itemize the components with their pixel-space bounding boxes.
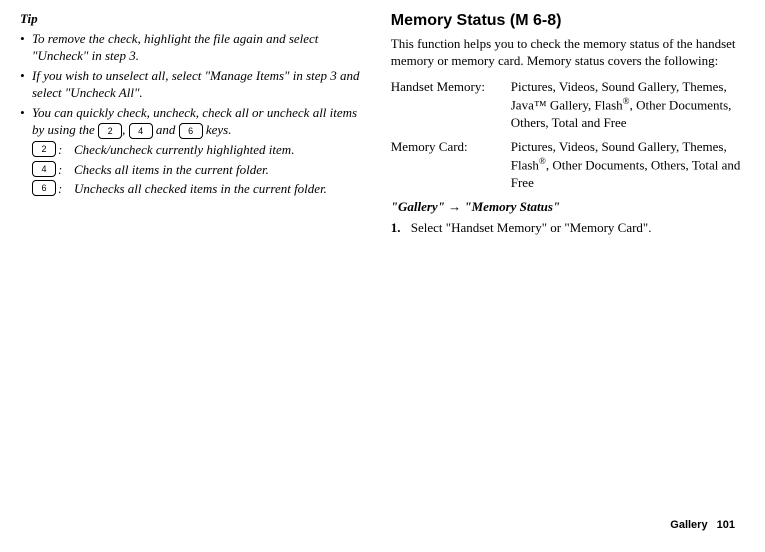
memory-card-row: Memory Card: Pictures, Videos, Sound Gal… [391,138,754,192]
key-6-desc: Unchecks all checked items in the curren… [74,180,361,198]
key-2-icon: 2 [98,123,122,139]
tip-item-2: If you wish to unselect all, select "Man… [20,67,361,102]
tip-item-1: To remove the check, highlight the file … [20,30,361,65]
tip-list: To remove the check, highlight the file … [20,30,361,140]
key-colon: : [58,141,74,159]
tip3-sep2: and [153,122,179,137]
registered-mark-icon: ® [539,156,546,166]
key-2-desc: Check/uncheck currently highlighted item… [74,141,361,159]
key-6-icon: 6 [32,180,56,196]
card-val-post: , Other Documents, Others, Total and Fre… [511,158,741,191]
heading-text: Memory Status [391,12,510,29]
key-4-desc: Checks all items in the current folder. [74,161,361,179]
handset-memory-value: Pictures, Videos, Sound Gallery, Themes,… [511,78,754,132]
left-column: Tip To remove the check, highlight the f… [20,10,361,237]
tip-heading: Tip [20,10,361,28]
nav-memory-status: "Memory Status" [464,199,560,214]
tip3-text-post: keys. [203,122,232,137]
key-row-4: 4 : Checks all items in the current fold… [32,161,361,179]
key-colon: : [58,180,74,198]
key-row-6: 6 : Unchecks all checked items in the cu… [32,180,361,198]
key-definitions: 2 : Check/uncheck currently highlighted … [32,141,361,198]
footer-section: Gallery [670,519,707,531]
handset-memory-label: Handset Memory: [391,78,511,132]
arrow-icon: → [448,199,461,214]
tip-item-3: You can quickly check, uncheck, check al… [20,104,361,140]
heading-menu-code: (M 6-8) [510,12,562,29]
tip3-sep1: , [122,122,129,137]
registered-mark-icon: ® [623,96,630,106]
memory-status-heading: Memory Status (M 6-8) [391,10,754,32]
key-6-icon: 6 [179,123,203,139]
key-row-2: 2 : Check/uncheck currently highlighted … [32,141,361,159]
footer-page-number: 101 [717,519,735,531]
step-text: Select "Handset Memory" or "Memory Card"… [411,219,652,237]
nav-gallery: "Gallery" [391,199,445,214]
step-1: 1. Select "Handset Memory" or "Memory Ca… [391,219,754,237]
key-2-icon: 2 [32,141,56,157]
page-footer: Gallery 101 [670,518,735,533]
handset-memory-row: Handset Memory: Pictures, Videos, Sound … [391,78,754,132]
memory-card-label: Memory Card: [391,138,511,192]
key-4-icon: 4 [129,123,153,139]
key-4-icon: 4 [32,161,56,177]
memory-card-value: Pictures, Videos, Sound Gallery, Themes,… [511,138,754,192]
navigation-path: "Gallery" → "Memory Status" [391,198,754,216]
step-number: 1. [391,219,411,237]
memory-status-intro: This function helps you to check the mem… [391,35,754,70]
right-column: Memory Status (M 6-8) This function help… [391,10,754,237]
key-colon: : [58,161,74,179]
